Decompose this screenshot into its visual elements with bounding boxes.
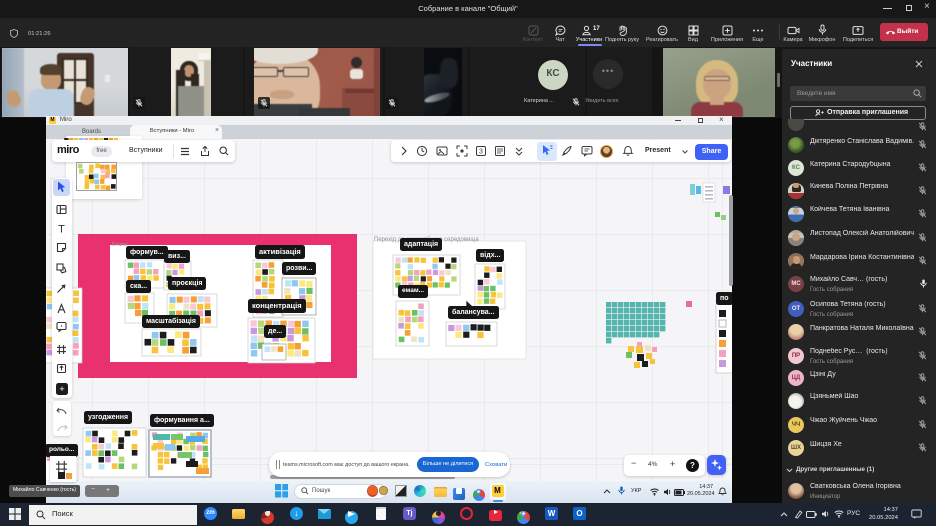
- svg-text:3: 3: [479, 149, 483, 156]
- svg-text:T: T: [58, 223, 65, 234]
